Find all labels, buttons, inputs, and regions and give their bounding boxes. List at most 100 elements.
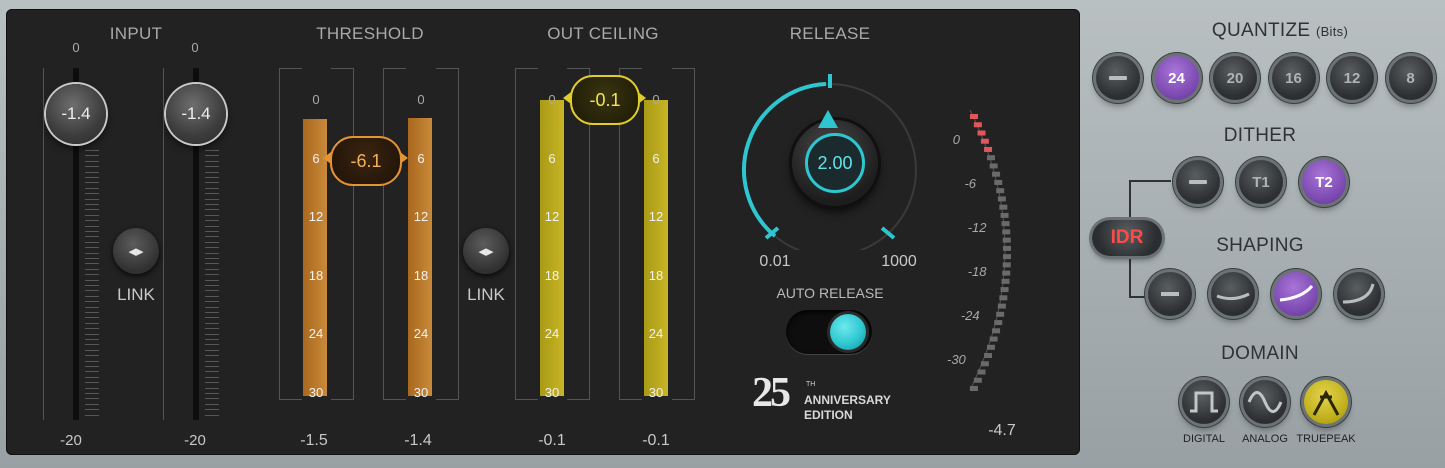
shaping-curve-icon: [1161, 292, 1179, 296]
scale-label: 12: [648, 209, 664, 225]
fader-tick: [205, 177, 219, 178]
scale-label: 0: [417, 92, 425, 107]
fader-tick: [85, 198, 99, 200]
meter-segment: [1002, 254, 1011, 260]
domain-option-digital[interactable]: [1182, 380, 1226, 424]
scale-label: 6: [417, 150, 425, 166]
dither-option-t1[interactable]: T1: [1239, 160, 1283, 204]
shaping-header: SHAPING: [1216, 235, 1304, 256]
quantize-option-24[interactable]: 24: [1154, 56, 1199, 100]
scale-label: 30: [648, 385, 664, 400]
fader-tick: [205, 290, 219, 292]
threshold-right-bottom-value: -1.4: [404, 432, 432, 449]
release-knob[interactable]: 2.00: [805, 133, 865, 193]
fader-tick: [205, 193, 219, 195]
scale-label: 18: [413, 267, 429, 283]
fader-tick: [205, 344, 219, 346]
fader-tick: [205, 187, 219, 189]
fader-tick: [85, 366, 99, 367]
input-right-knob[interactable]: -1.4: [166, 84, 226, 144]
output-meter-value: -4.7: [988, 422, 1016, 439]
fader-tick: [205, 241, 219, 243]
out-ceiling-knob[interactable]: -0.1: [570, 75, 640, 125]
fader-tick: [205, 295, 219, 297]
input-header: INPUT: [109, 24, 163, 43]
quantize-option-off[interactable]: [1096, 56, 1140, 100]
quantize-option-12[interactable]: 12: [1330, 56, 1374, 100]
meter-segment: [997, 196, 1006, 202]
fader-tick: [205, 306, 219, 308]
fader-tick: [205, 333, 219, 335]
fader-tick: [85, 285, 99, 286]
domain-label-digital: DIGITAL: [1183, 433, 1225, 445]
scale-label: 30: [544, 385, 560, 400]
scale-label: 6: [548, 150, 556, 166]
shaping-curve-icon: [1342, 283, 1375, 304]
fader-tick: [205, 209, 219, 211]
fader-tick: [205, 349, 219, 351]
fader-tick: [205, 366, 219, 367]
shaping-option-0[interactable]: [1148, 272, 1192, 316]
meter-scale-label: -24: [960, 308, 980, 323]
quantize-option-20[interactable]: 20: [1213, 56, 1257, 100]
input-right-bottom-value: -20: [184, 432, 206, 449]
fader-tick: [205, 279, 219, 281]
fader-tick: [205, 252, 219, 254]
meter-segment: [1002, 245, 1011, 251]
shaping-option-1[interactable]: [1211, 272, 1255, 316]
digital-wave-icon: [1190, 391, 1218, 413]
fader-tick: [205, 328, 219, 330]
input-left-top-label: 0: [72, 40, 80, 55]
domain-label-truepeak: TRUEPEAK: [1296, 433, 1356, 445]
shaping-option-3[interactable]: [1337, 272, 1381, 316]
threshold-knob[interactable]: -6.1: [330, 136, 402, 186]
dither-option-off[interactable]: [1176, 160, 1220, 204]
input-link-button[interactable]: ◂▸: [113, 228, 159, 274]
anniversary-sup: TH: [806, 381, 816, 388]
shaping-curve-icon: [1216, 292, 1250, 301]
scale-label: 6: [652, 150, 660, 166]
threshold-link-button[interactable]: ◂▸: [463, 228, 509, 274]
fader-tick: [205, 322, 219, 324]
domain-option-analog[interactable]: [1243, 380, 1287, 424]
fader-tick: [205, 258, 219, 259]
input-left-knob[interactable]: -1.4: [46, 84, 106, 144]
fader-tick: [85, 312, 99, 313]
fader-tick: [85, 258, 99, 259]
fader-tick: [85, 290, 99, 292]
fader-tick: [205, 268, 219, 270]
fader-tick: [205, 403, 219, 405]
fader-tick: [205, 214, 219, 216]
fader-tick: [85, 398, 99, 400]
shaping-option-2[interactable]: [1274, 272, 1318, 316]
idr-button[interactable]: IDR: [1092, 220, 1162, 256]
fader-tick: [205, 339, 219, 340]
meter-segment: [984, 146, 993, 152]
quantize-option-8[interactable]: 8: [1388, 56, 1433, 100]
plugin-window: INPUT 0 0 -1.4 -20 -1.4 -20 ◂▸ LINK THRE…: [0, 0, 1445, 468]
meter-segment: [1001, 221, 1010, 227]
fader-tick: [85, 155, 99, 157]
quantize-option-16[interactable]: 16: [1271, 56, 1316, 100]
fader-tick: [85, 187, 99, 189]
fader-tick: [205, 312, 219, 313]
threshold-right-bracket-right: [436, 68, 459, 400]
quantize-header-text: QUANTIZE: [1211, 20, 1311, 41]
meter-segment: [996, 188, 1005, 194]
domain-option-truepeak[interactable]: [1304, 380, 1348, 424]
scale-label: 12: [544, 209, 560, 225]
input-link-label: LINK: [117, 285, 155, 304]
out-ceiling-left-bottom-value: -0.1: [538, 432, 566, 449]
anniversary-line2: EDITION: [804, 408, 853, 422]
link-arrows-icon: ◂▸: [478, 243, 494, 260]
auto-release-toggle[interactable]: [786, 310, 872, 354]
link-arrows-icon: ◂▸: [128, 243, 144, 260]
fader-tick: [85, 403, 99, 405]
dither-option-t2[interactable]: T2: [1302, 160, 1346, 204]
fader-tick: [205, 220, 219, 222]
fader-tick: [85, 177, 99, 178]
fader-tick: [85, 220, 99, 222]
scale-label: 18: [308, 267, 324, 283]
domain-label-analog: ANALOG: [1242, 433, 1288, 445]
meter-segment: [994, 179, 1003, 185]
